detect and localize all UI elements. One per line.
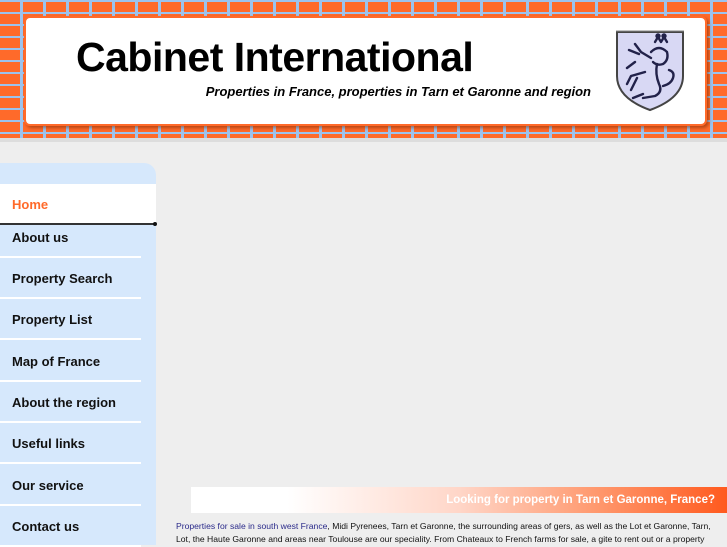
nav-about-us[interactable]: About us xyxy=(0,217,156,258)
site-tagline: Properties in France, properties in Tarn… xyxy=(205,84,591,99)
nav-about-the-region[interactable]: About the region xyxy=(0,382,156,423)
heraldic-lion-shield-icon xyxy=(616,30,684,112)
nav-label: Map of France xyxy=(12,354,101,369)
nav-property-search[interactable]: Property Search xyxy=(0,258,156,299)
nav-label: Property List xyxy=(12,312,93,327)
nav-separator xyxy=(0,338,141,340)
nav-label: About the region xyxy=(12,395,116,410)
intro-link[interactable]: Properties for sale in south west France xyxy=(176,521,327,531)
nav-label: Home xyxy=(12,197,49,212)
intro-paragraph: Properties for sale in south west France… xyxy=(176,520,716,546)
nav-label: Useful links xyxy=(12,436,85,451)
section-banner: Looking for property in Tarn et Garonne,… xyxy=(191,487,727,513)
nav-our-service[interactable]: Our service xyxy=(0,465,156,506)
site-title: Cabinet International xyxy=(76,34,474,80)
nav-label: Contact us xyxy=(12,519,80,534)
nav-label: About us xyxy=(12,230,69,245)
header-banner: Cabinet International Properties in Fran… xyxy=(0,0,727,140)
nav-contact-us[interactable]: Contact us xyxy=(0,506,156,547)
header-panel: Cabinet International Properties in Fran… xyxy=(24,16,707,126)
nav-property-list[interactable]: Property List xyxy=(0,299,156,340)
banner-heading: Looking for property in Tarn et Garonne,… xyxy=(446,494,715,506)
nav-map-of-france[interactable]: Map of France xyxy=(0,341,156,382)
header-divider xyxy=(0,138,727,142)
nav-separator xyxy=(0,462,141,464)
nav-useful-links[interactable]: Useful links xyxy=(0,423,156,464)
nav-label: Our service xyxy=(12,478,84,493)
nav-label: Property Search xyxy=(12,271,113,286)
